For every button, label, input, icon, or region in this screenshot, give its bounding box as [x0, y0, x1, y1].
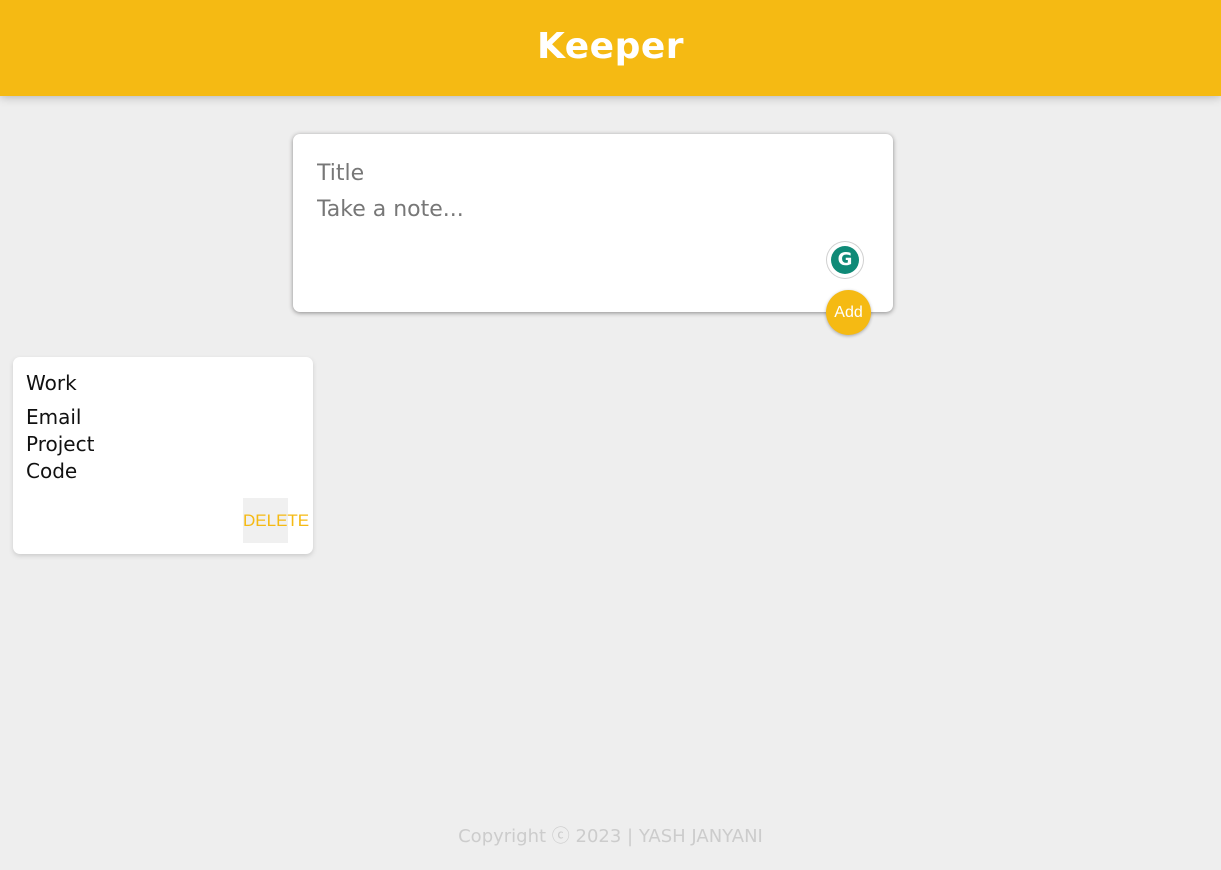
footer: Copyright ⓒ 2023 | YASH JANYANI — [0, 822, 1221, 848]
note-line: Email — [26, 405, 82, 429]
add-note-button[interactable]: Add — [826, 290, 871, 335]
note-line: Code — [26, 459, 78, 483]
note-title: Work — [26, 371, 77, 395]
app-header: Keeper — [0, 0, 1221, 96]
grammarly-icon[interactable]: G — [827, 242, 863, 278]
note-card: Work Email Project Code DELETE — [13, 357, 313, 554]
note-content-textarea[interactable] — [317, 197, 857, 257]
create-note-form — [293, 134, 893, 312]
copyright-text: Copyright ⓒ 2023 | YASH JANYANI — [458, 826, 763, 847]
app-title: Keeper — [536, 26, 685, 67]
note-line: Project — [26, 432, 95, 456]
delete-note-button[interactable]: DELETE — [243, 498, 309, 543]
note-title-input[interactable] — [317, 159, 857, 187]
grammarly-letter: G — [831, 246, 859, 274]
note-content: Email Project Code — [26, 404, 94, 485]
